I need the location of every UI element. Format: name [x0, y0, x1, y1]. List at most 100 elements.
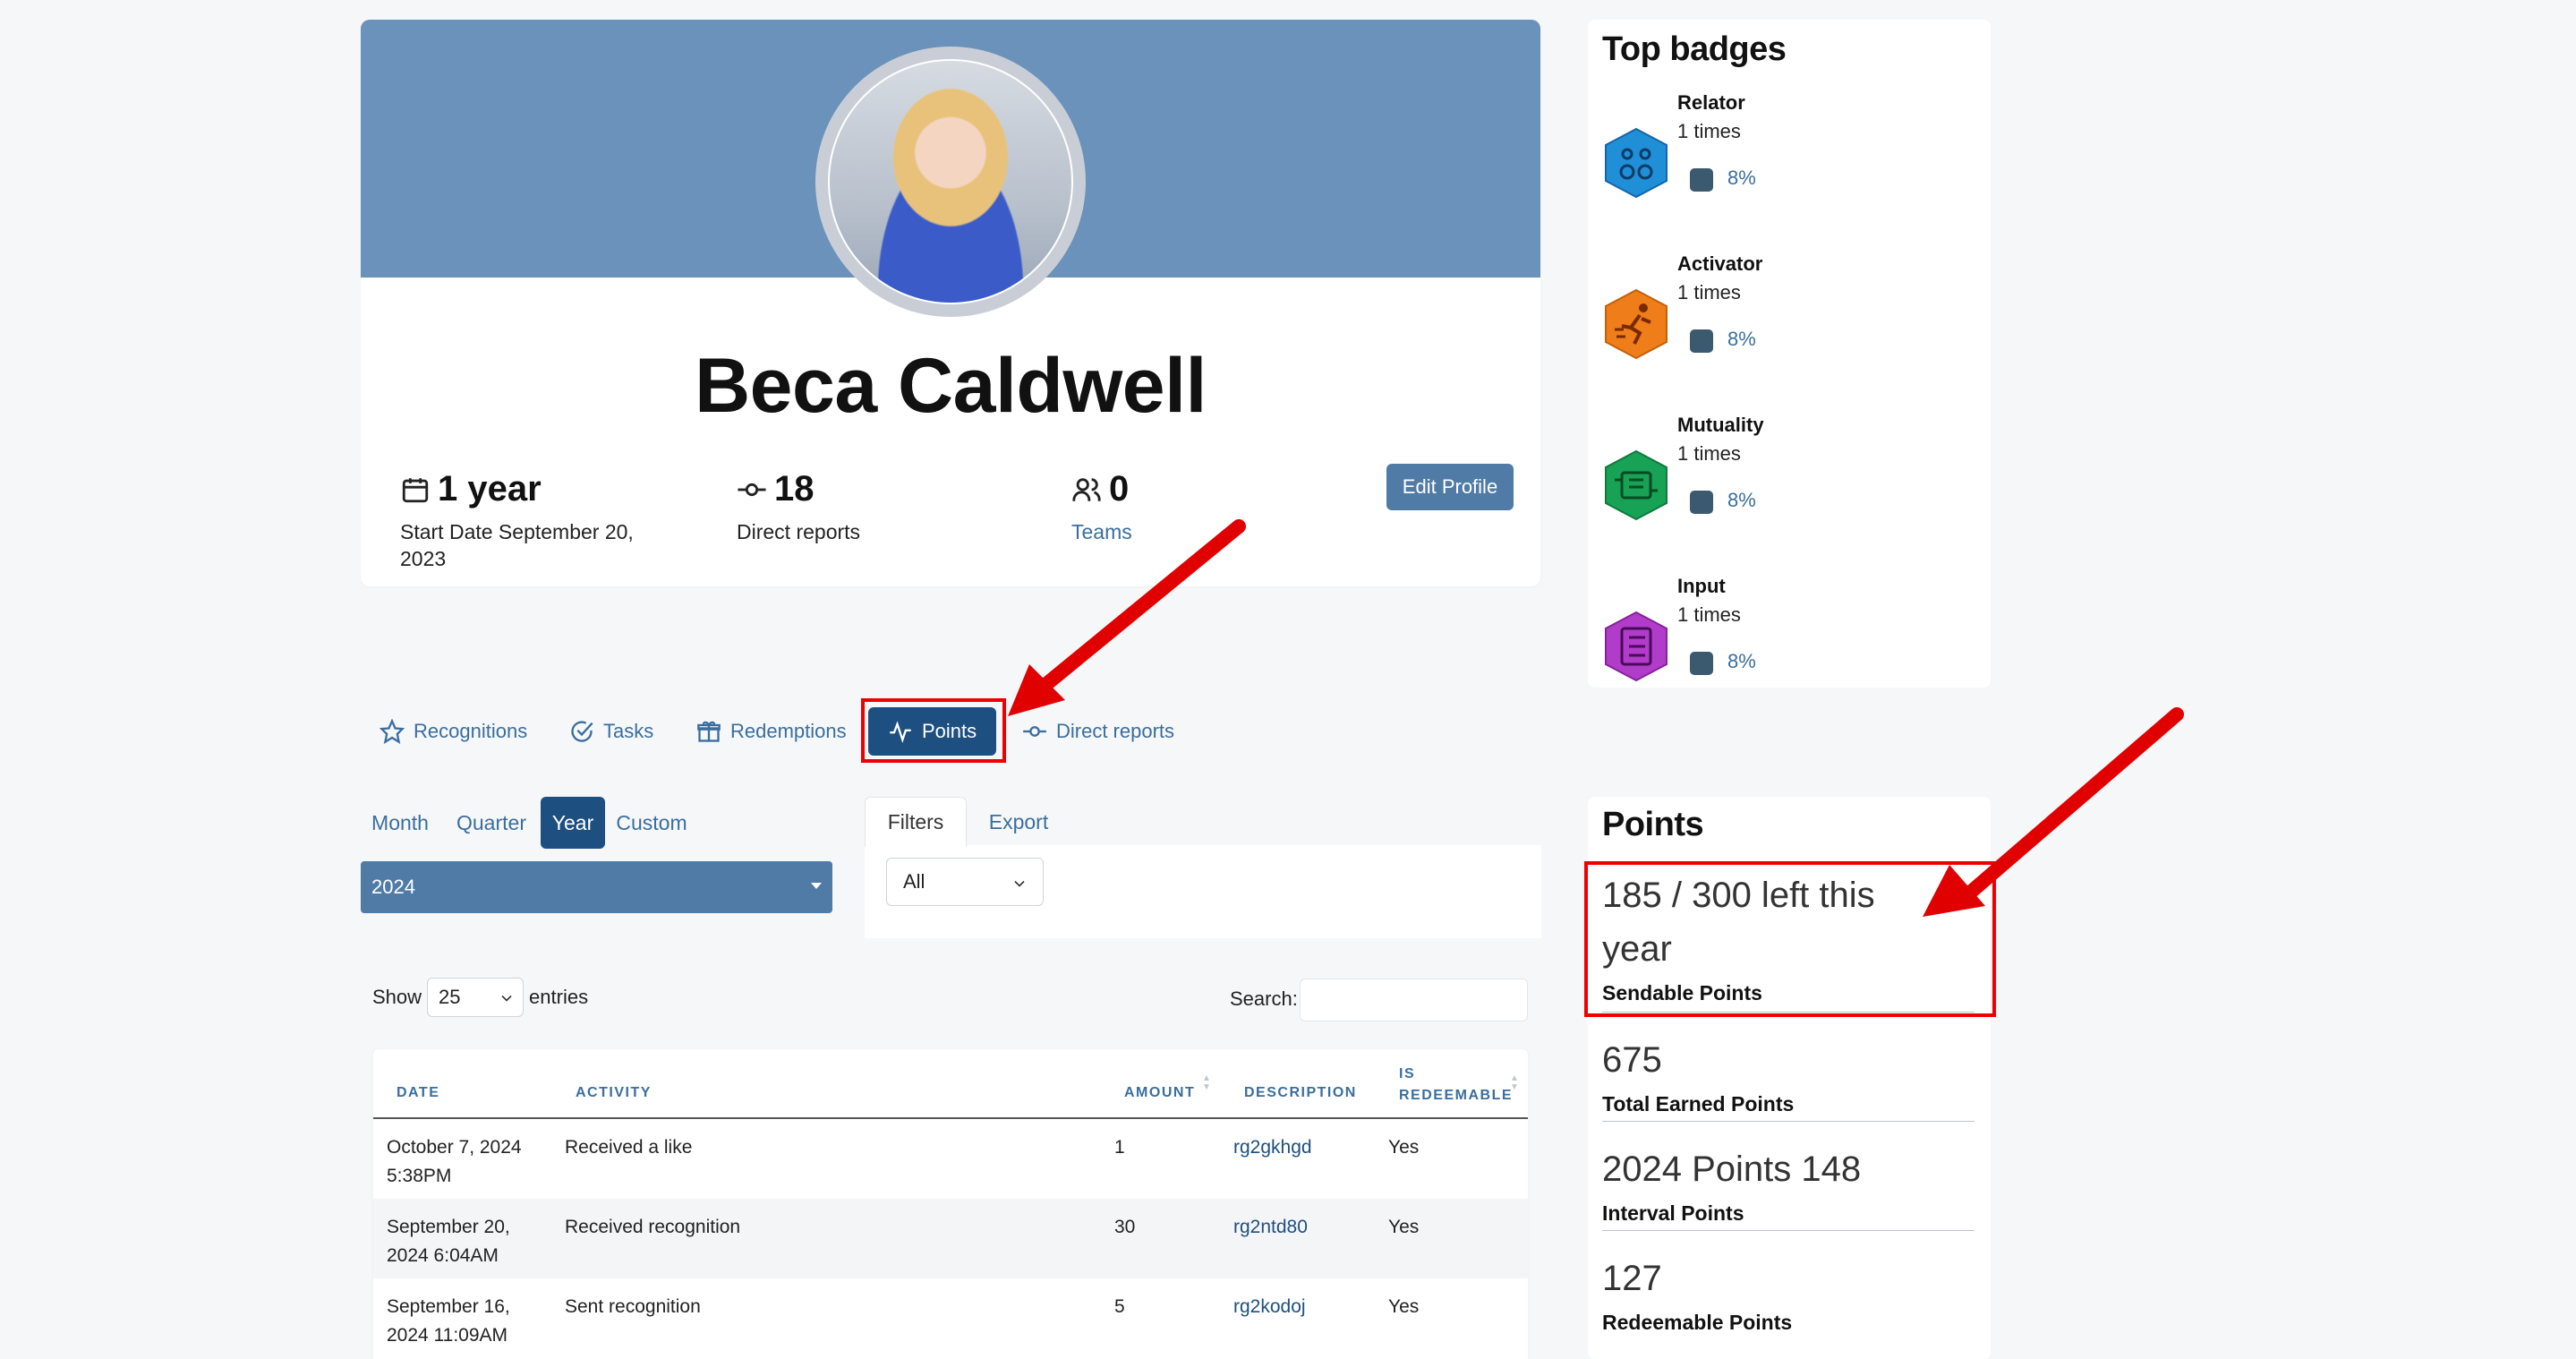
cell-activity: Sent recognition	[565, 1296, 701, 1317]
redeemable-points-value: 127	[1602, 1259, 1662, 1298]
teams-link[interactable]: Teams	[1071, 518, 1132, 545]
badge-name: Activator	[1677, 252, 1763, 275]
cell-redeemable: Yes	[1388, 1217, 1420, 1237]
column-header-date[interactable]: Date	[397, 1085, 439, 1101]
interval-points-label: Interval Points	[1602, 1201, 1744, 1225]
badge-swatch	[1690, 329, 1713, 353]
tab-label: Direct reports	[1056, 720, 1175, 742]
filter-select-value: All	[903, 870, 925, 893]
cell-activity: Received recognition	[565, 1217, 741, 1237]
caret-down-icon	[811, 883, 822, 889]
badge-swatch	[1690, 168, 1713, 192]
tab-label: Recognitions	[414, 720, 528, 742]
badge-swatch	[1690, 652, 1713, 675]
avatar	[815, 47, 1086, 317]
total-points-value: 675	[1602, 1040, 1662, 1080]
direct-reports-value: 18	[774, 469, 815, 509]
cell-date: October 7, 2024	[387, 1137, 522, 1158]
points-table: Date Activity Amount ▲ ▼ Description Is r…	[373, 1049, 1528, 1359]
show-entries: Show 25 entries	[372, 978, 588, 1017]
tab-tasks[interactable]: Tasks	[569, 709, 653, 754]
table-row: September 16, 2024 11:09AM Sent recogniti…	[373, 1278, 1528, 1358]
input-badge-icon	[1605, 611, 1668, 682]
badge-name: Input	[1677, 575, 1726, 597]
column-header-is-redeemable[interactable]: Is redeemable	[1399, 1064, 1515, 1107]
total-points-label: Total Earned Points	[1602, 1092, 1795, 1115]
avatar-photo	[828, 59, 1073, 304]
cell-activity: Received a like	[565, 1137, 693, 1158]
show-label: Show	[372, 986, 422, 1008]
cell-date: September 20,	[387, 1217, 510, 1237]
entries-select[interactable]: 25	[427, 978, 525, 1017]
tab-direct-reports[interactable]: Direct reports	[1022, 709, 1174, 754]
check-circle-icon	[571, 721, 593, 742]
badge-times: 1 times	[1677, 442, 1741, 465]
period-year[interactable]: Year	[541, 797, 605, 849]
tenure-label: Start Date September 20, 2023	[400, 520, 634, 570]
tenure-stat: 1 year Start Date September 20, 2023	[400, 469, 660, 572]
column-header-activity[interactable]: Activity	[576, 1085, 652, 1101]
highlight-box-points-tab	[861, 698, 1006, 763]
cell-amount: 1	[1114, 1137, 1125, 1158]
badge-name: Relator	[1677, 91, 1745, 114]
table-row: September 20, 2024 6:04AM Received recogn…	[373, 1199, 1528, 1278]
sort-icon: ▲ ▼	[1202, 1073, 1211, 1092]
direct-reports-label: Direct reports	[737, 520, 861, 543]
search-input[interactable]	[1300, 979, 1528, 1021]
year-select-value: 2024	[371, 876, 415, 898]
cell-redeemable: Yes	[1388, 1296, 1420, 1317]
cell-description-link[interactable]: rg2kodoj	[1233, 1293, 1306, 1321]
period-month[interactable]: Month	[362, 797, 439, 849]
column-header-description[interactable]: Description	[1244, 1085, 1357, 1101]
top-badges-card: Top badges Relator 1 times 8% Activator …	[1588, 20, 1991, 688]
interval-points-value: 2024 Points 148	[1602, 1150, 1862, 1189]
tab-label: Tasks	[603, 720, 654, 742]
filter-tab-export[interactable]: Export	[976, 797, 1062, 847]
cell-time: 5:38PM	[387, 1166, 452, 1186]
profile-name: Beca Caldwell	[695, 343, 1207, 429]
gift-icon	[697, 721, 721, 742]
period-custom[interactable]: Custom	[610, 797, 693, 849]
cell-time: 2024 6:04AM	[387, 1245, 499, 1266]
activator-badge-icon	[1605, 288, 1668, 360]
badge-percent: 8%	[1727, 167, 1756, 189]
commit-icon	[738, 483, 766, 496]
column-header-amount[interactable]: Amount	[1124, 1085, 1195, 1101]
commit-icon	[1023, 726, 1046, 737]
star-icon	[380, 719, 405, 744]
filter-tab-filters[interactable]: Filters	[865, 797, 967, 847]
cell-amount: 5	[1114, 1296, 1125, 1317]
tenure-value: 1 year	[438, 469, 542, 509]
badge-percent: 8%	[1727, 489, 1756, 511]
direct-reports-stat: 18 Direct reports	[737, 469, 860, 545]
cell-description-link[interactable]: rg2gkhgd	[1233, 1133, 1312, 1162]
search-label: Search:	[1230, 987, 1298, 1010]
teams-value: 0	[1109, 469, 1130, 509]
badge-percent: 8%	[1727, 328, 1756, 350]
cell-amount: 30	[1114, 1217, 1136, 1237]
highlight-box-sendable-points	[1584, 861, 1996, 1017]
users-icon	[1072, 477, 1101, 501]
mutuality-badge-icon	[1605, 449, 1668, 521]
divider	[1602, 1230, 1975, 1231]
badge-name: Mutuality	[1677, 414, 1764, 436]
top-badges-title: Top badges	[1602, 30, 1787, 68]
period-quarter[interactable]: Quarter	[448, 797, 535, 849]
table-row: October 7, 2024 5:38PM Received a like 1 …	[373, 1119, 1528, 1199]
year-select[interactable]: 2024	[361, 861, 832, 913]
chevron-down-icon	[1014, 880, 1025, 887]
edit-profile-button[interactable]: Edit Profile	[1386, 464, 1514, 510]
cell-description-link[interactable]: rg2ntd80	[1233, 1213, 1308, 1242]
cell-time: 2024 11:09AM	[387, 1325, 508, 1346]
tab-redemptions[interactable]: Redemptions	[696, 709, 847, 754]
badge-times: 1 times	[1677, 281, 1741, 303]
relator-badge-icon	[1605, 127, 1668, 199]
badge-times: 1 times	[1677, 603, 1741, 626]
badge-percent: 8%	[1727, 650, 1756, 672]
tab-recognitions[interactable]: Recognitions	[380, 709, 527, 754]
filter-select[interactable]: All	[886, 858, 1044, 906]
cell-date: September 16,	[387, 1296, 510, 1317]
profile-card: Beca Caldwell 1 year Start Date Septembe…	[361, 20, 1540, 586]
redeemable-points-label: Redeemable Points	[1602, 1311, 1793, 1334]
teams-stat: 0 Teams	[1071, 469, 1132, 545]
